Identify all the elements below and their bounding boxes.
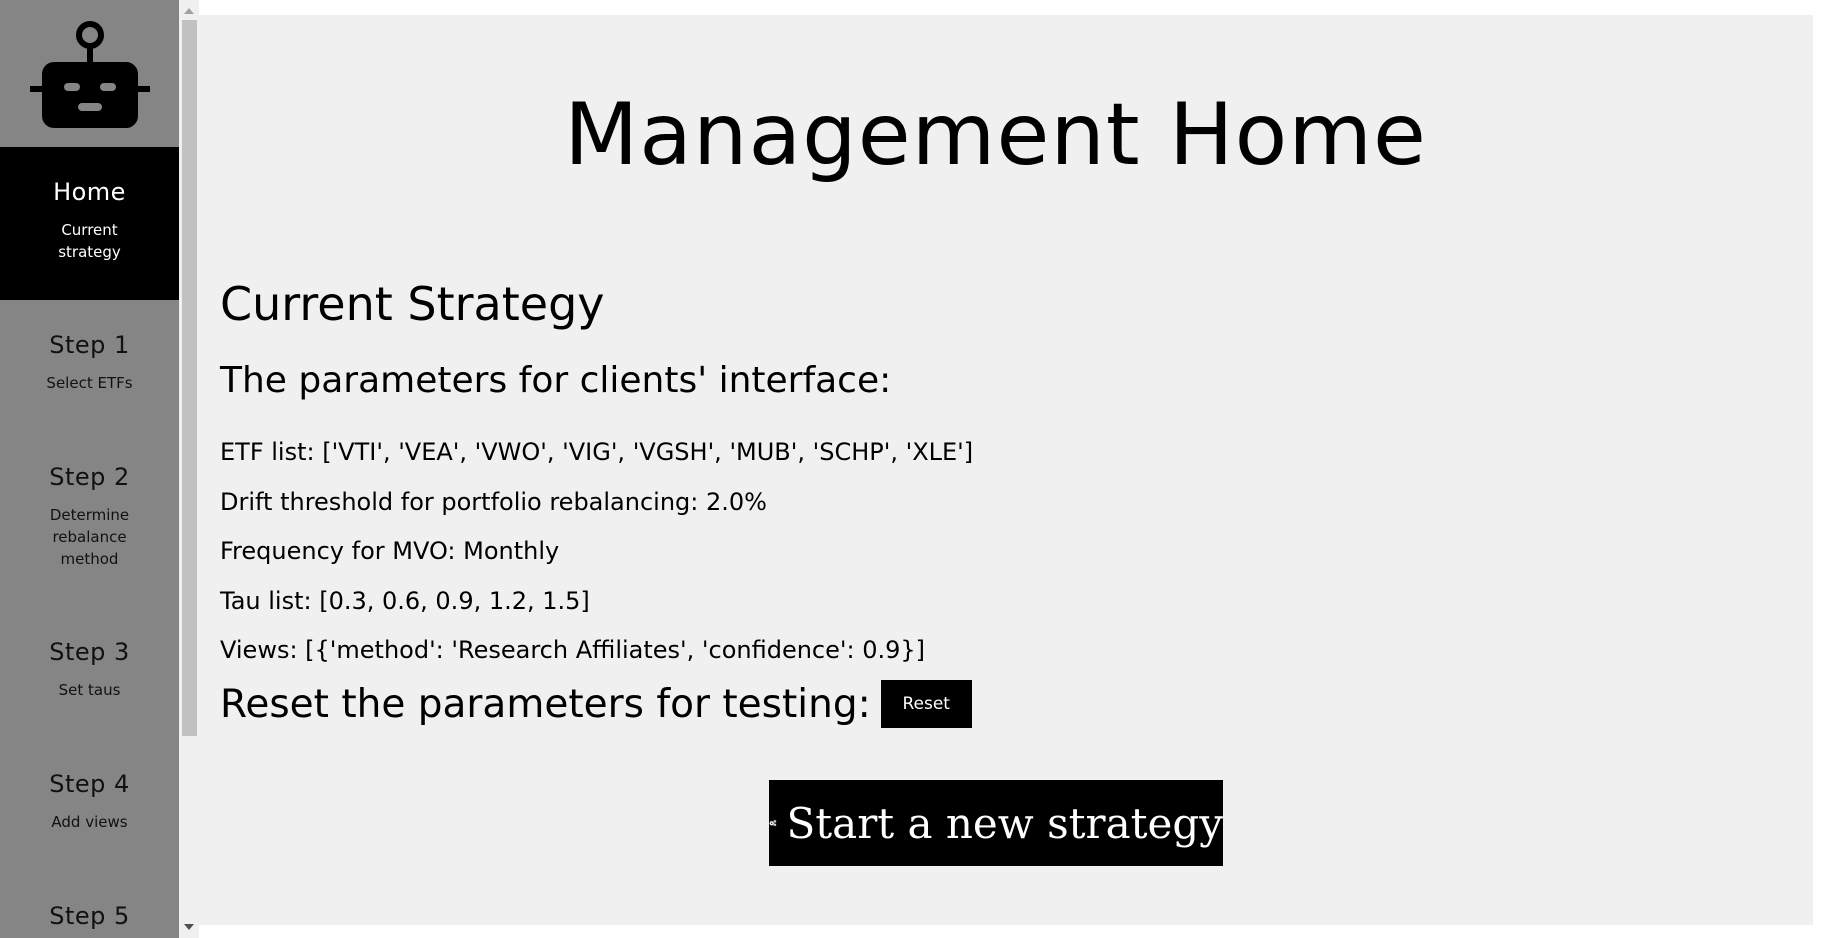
scroll-down-arrow-icon[interactable] [184,924,194,930]
sidebar-item-title: Step 4 [49,770,130,798]
sidebar-item-step-5[interactable]: Step 5 [0,901,179,938]
param-views: Views: [{'method': 'Research Affiliates'… [220,636,925,664]
main-panel: Management Home Current Strategy The par… [199,15,1813,925]
reset-row: Reset the parameters for testing: Reset [220,680,972,728]
sidebar-item-title: Step 2 [49,463,130,491]
sidebar-item-title: Home [53,178,126,206]
sidebar-item-subtitle: Add views [51,813,128,831]
sidebar-item-home[interactable]: Home Current strategy [0,147,179,300]
section-title: Current Strategy [220,277,605,331]
sidebar-item-subtitle: Determine rebalance method [49,506,130,568]
sidebar-scrollbar[interactable] [179,0,199,938]
sidebar-item-step-2[interactable]: Step 2 Determine rebalance method [0,462,179,607]
reset-label: Reset the parameters for testing: [220,681,871,727]
sidebar-item-subtitle: Current strategy [58,221,121,261]
sidebar-item-title: Step 1 [49,331,130,359]
param-mvo-frequency: Frequency for MVO: Monthly [220,537,560,565]
scroll-thumb[interactable] [182,20,197,736]
start-new-strategy-button[interactable]: Start a new strategy [769,780,1223,866]
logo[interactable] [0,0,179,147]
reset-button[interactable]: Reset [880,680,972,728]
sidebar-item-title: Step 3 [49,638,130,666]
sidebar-item-title: Step 5 [49,902,130,930]
sidebar-item-subtitle: Set taus [58,681,121,699]
param-drift-threshold: Drift threshold for portfolio rebalancin… [220,488,767,516]
sidebar-item-subtitle: Select ETFs [46,374,133,392]
gears-icon [769,819,777,827]
start-button-label: Start a new strategy [786,798,1224,848]
param-etf-list: ETF list: ['VTI', 'VEA', 'VWO', 'VIG', '… [220,438,974,466]
param-tau-list: Tau list: [0.3, 0.6, 0.9, 1.2, 1.5] [220,587,590,615]
sidebar-item-step-1[interactable]: Step 1 Select ETFs [0,330,179,432]
sidebar-item-step-3[interactable]: Step 3 Set taus [0,637,179,739]
params-heading: The parameters for clients' interface: [220,360,892,401]
scroll-up-arrow-icon[interactable] [184,8,194,14]
sidebar: Home Current strategy Step 1 Select ETFs… [0,0,179,938]
sidebar-item-step-4[interactable]: Step 4 Add views [0,769,179,871]
page-title: Management Home [564,85,1427,185]
robot-icon [29,20,150,128]
